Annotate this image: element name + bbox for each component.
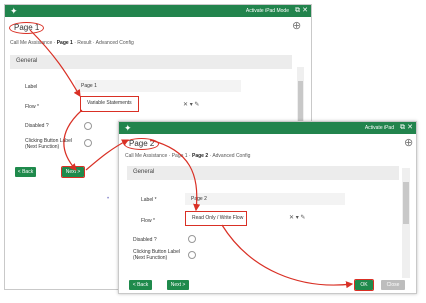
info-icon: • <box>107 196 110 202</box>
breadcrumb-item[interactable]: Page 1 <box>172 153 188 159</box>
section-header[interactable]: General <box>10 55 292 69</box>
window-title: Activate iPad Mode <box>245 8 289 14</box>
chevron-down-icon[interactable]: ▾ <box>296 215 299 221</box>
field-label: Clicking Button Label (Next Function) <box>133 249 180 261</box>
breadcrumb-item[interactable]: Advanced Config <box>212 153 250 159</box>
label-input[interactable]: Page 1 <box>75 80 241 92</box>
scrollbar[interactable] <box>402 168 410 278</box>
back-button[interactable]: < Back <box>129 280 152 290</box>
scrollbar-thumb[interactable] <box>403 182 409 224</box>
field-label: Label <box>25 84 38 90</box>
field-label: Flow * <box>25 104 39 110</box>
close-icon[interactable]: ✕ <box>289 215 294 221</box>
maximize-icon[interactable]: ⧉ <box>400 122 405 134</box>
breadcrumb: Call Me Assistance · Page 1 · Result · A… <box>10 40 134 46</box>
breadcrumb-item[interactable]: Call Me Assistance <box>10 40 52 46</box>
next-button[interactable]: Next > <box>167 280 189 290</box>
chevron-down-icon[interactable]: ▾ <box>190 102 193 108</box>
flow-select[interactable]: Read Only / Write Flow <box>185 211 247 226</box>
flow-actions: ✕ ▾ ✎ <box>289 214 305 221</box>
globe-icon[interactable]: ⊕ <box>292 19 301 32</box>
close-button[interactable]: Close <box>381 280 405 290</box>
ok-button[interactable]: OK <box>354 279 374 291</box>
pin-icon[interactable]: ✦ <box>124 122 132 134</box>
flow-select[interactable]: Variable Statements <box>80 96 139 112</box>
edit-icon[interactable]: ✎ <box>300 215 305 221</box>
page2-dialog: ✦ Activate iPad ⧉ ✕ Page 2 ⊕ Call Me Ass… <box>118 121 417 294</box>
breadcrumb-item-current[interactable]: Page 2 <box>192 153 208 159</box>
back-button[interactable]: < Back <box>15 167 36 177</box>
field-label: Disabled ? <box>133 237 157 243</box>
title-bar: ✦ Activate iPad Mode ⧉ ✕ <box>5 5 311 17</box>
close-icon[interactable]: ✕ <box>407 122 413 134</box>
disabled-toggle[interactable] <box>188 235 196 243</box>
label-input[interactable]: Page 2 <box>185 193 345 205</box>
section-header[interactable]: General <box>127 166 399 180</box>
clicking-button-toggle[interactable] <box>84 139 92 147</box>
breadcrumb: Call Me Assistance · Page 1 · Page 2 · A… <box>125 153 251 159</box>
field-label: Clicking Button Label (Next Function) <box>25 138 72 150</box>
next-button[interactable]: Next > <box>61 166 85 178</box>
globe-icon[interactable]: ⊕ <box>404 136 413 149</box>
close-icon[interactable]: ✕ <box>183 102 188 108</box>
breadcrumb-item-current[interactable]: Page 1 <box>57 40 73 46</box>
page-title: Page 2 <box>124 138 160 150</box>
flow-actions: ✕ ▾ ✎ <box>183 101 199 108</box>
disabled-toggle[interactable] <box>84 122 92 130</box>
window-title: Activate iPad <box>364 125 394 131</box>
field-label: Disabled ? <box>25 123 49 129</box>
breadcrumb-item[interactable]: Result <box>77 40 91 46</box>
pin-icon[interactable]: ✦ <box>10 5 18 17</box>
clicking-button-toggle[interactable] <box>188 251 196 259</box>
edit-icon[interactable]: ✎ <box>194 102 199 108</box>
breadcrumb-item[interactable]: Advanced Config <box>96 40 134 46</box>
scrollbar-thumb[interactable] <box>298 81 303 121</box>
page-title: Page 1 <box>9 22 45 34</box>
field-label: Label * <box>141 197 157 203</box>
field-label: Flow * <box>141 218 155 224</box>
close-icon[interactable]: ✕ <box>302 5 308 17</box>
title-bar: ✦ Activate iPad ⧉ ✕ <box>119 122 416 134</box>
maximize-icon[interactable]: ⧉ <box>295 5 300 17</box>
breadcrumb-item[interactable]: Call Me Assistance <box>125 153 167 159</box>
